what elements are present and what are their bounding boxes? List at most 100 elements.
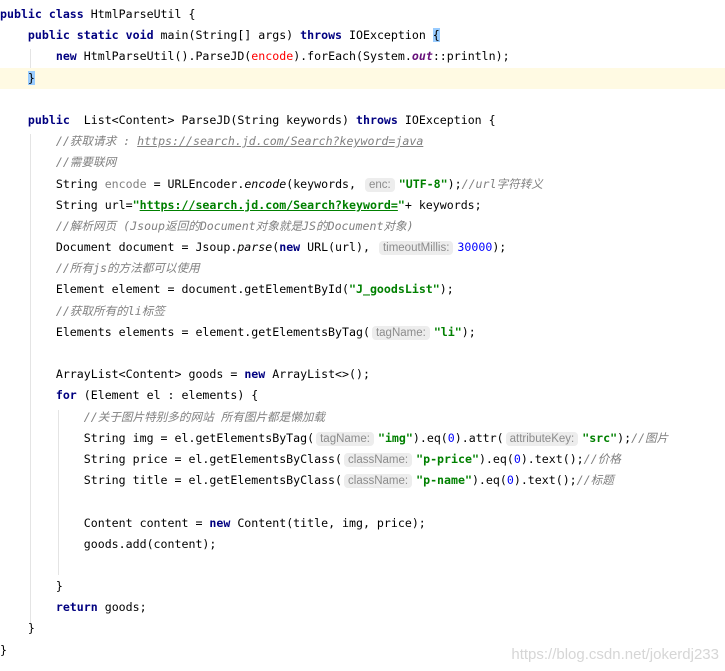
- comment: //关于图片特别多的网站 所有图片都是懒加载: [83, 409, 325, 424]
- code-line[interactable]: //所有js的方法都可以使用: [0, 258, 725, 279]
- code-line[interactable]: [0, 491, 725, 512]
- code-line[interactable]: }: [0, 618, 725, 639]
- keyword: public class: [0, 7, 91, 21]
- code-line[interactable]: //需要联网: [0, 152, 725, 173]
- code-editor[interactable]: public class HtmlParseUtil { public stat…: [0, 4, 725, 661]
- code-line[interactable]: [0, 343, 725, 364]
- code-token: = URLEncoder.: [146, 176, 245, 191]
- code-token: }: [0, 579, 63, 594]
- string-url: https://search.jd.com/Search?keyword=: [139, 197, 398, 212]
- comment-link: https://search.jd.com/Search?keyword=jav…: [137, 134, 424, 149]
- code-token: IOException: [349, 28, 433, 43]
- code-token: String title = el.getElementsByClass(: [0, 473, 343, 488]
- code-token: HtmlParseUtil {: [90, 7, 196, 21]
- comment: //解析网页 (Jsoup返回的Document对象就是JS的Document对…: [55, 218, 414, 233]
- code-token: Elements elements = element.getElementsB…: [0, 324, 370, 339]
- code-line[interactable]: String price = el.getElementsByClass(cla…: [0, 449, 725, 470]
- code-line[interactable]: public class HtmlParseUtil {: [0, 4, 725, 25]
- comment: //获取请求 :: [55, 134, 138, 149]
- code-line[interactable]: [0, 89, 725, 110]
- code-token: }: [0, 642, 7, 657]
- parameter-hint: className:: [344, 474, 413, 489]
- matched-brace: {: [432, 28, 440, 43]
- code-token: HtmlParseUtil().ParseJD(: [83, 49, 252, 64]
- code-line[interactable]: for (Element el : elements) {: [0, 385, 725, 406]
- string-literal: ": [132, 197, 140, 212]
- code-token: ).eq(: [471, 473, 507, 488]
- code-token: );: [439, 282, 454, 297]
- code-token: IOException {: [404, 112, 496, 127]
- comment: //url字符转义: [461, 176, 543, 191]
- code-line[interactable]: public static void main(String[] args) t…: [0, 25, 725, 46]
- code-line[interactable]: [0, 555, 725, 576]
- unused-variable: encode: [104, 176, 147, 191]
- code-line[interactable]: String title = el.getElementsByClass(cla…: [0, 470, 725, 491]
- code-line[interactable]: String url="https://search.jd.com/Search…: [0, 195, 725, 216]
- code-line[interactable]: return goods;: [0, 597, 725, 618]
- code-line[interactable]: //解析网页 (Jsoup返回的Document对象就是JS的Document对…: [0, 216, 725, 237]
- code-line[interactable]: String encode = URLEncoder.encode(keywor…: [0, 174, 725, 195]
- comment: //所有js的方法都可以使用: [55, 261, 200, 276]
- string-literal: "li": [433, 324, 462, 339]
- keyword: new: [279, 240, 308, 255]
- code-line[interactable]: new HtmlParseUtil().ParseJD(encode).forE…: [0, 46, 725, 67]
- code-token: Content content =: [0, 515, 210, 530]
- code-line[interactable]: //获取请求 : https://search.jd.com/Search?ke…: [0, 131, 725, 152]
- code-token: );: [617, 430, 632, 445]
- code-line[interactable]: Element element = document.getElementByI…: [0, 279, 725, 300]
- code-line[interactable]: public List<Content> ParseJD(String keyw…: [0, 110, 725, 131]
- code-token: );: [447, 176, 462, 191]
- code-token: Document document = Jsoup.: [0, 240, 238, 255]
- comment: //获取所有的li标签: [55, 303, 165, 318]
- keyword: for: [55, 388, 84, 403]
- keyword: return: [55, 600, 105, 615]
- number-literal: 0: [513, 451, 521, 466]
- code-token: URL(url),: [307, 240, 377, 255]
- keyword: public: [27, 112, 84, 127]
- code-line[interactable]: String img = el.getElementsByTag(tagName…: [0, 428, 725, 449]
- string-literal: "UTF-8": [398, 176, 448, 191]
- code-line[interactable]: //获取所有的li标签: [0, 301, 725, 322]
- parameter-hint: tagName:: [316, 431, 374, 446]
- code-token: ArrayList<>();: [272, 367, 370, 382]
- keyword: new: [209, 515, 238, 530]
- parameter-hint: className:: [344, 452, 413, 467]
- code-line[interactable]: Elements elements = element.getElementsB…: [0, 322, 725, 343]
- code-line[interactable]: //关于图片特别多的网站 所有图片都是懒加载: [0, 407, 725, 428]
- code-line[interactable]: }: [0, 576, 725, 597]
- code-line[interactable]: ArrayList<Content> goods = new ArrayList…: [0, 364, 725, 385]
- code-line[interactable]: goods.add(content);: [0, 534, 725, 555]
- string-literal: "p-price": [416, 451, 479, 466]
- string-literal: "p-name": [416, 473, 472, 488]
- code-token: ).forEach(System.: [293, 49, 412, 64]
- number-literal: 0: [447, 430, 455, 445]
- string-literal: "img": [377, 430, 413, 445]
- static-method: encode: [244, 176, 287, 191]
- number-literal: 0: [506, 473, 514, 488]
- code-token: List<Content> ParseJD(String keywords): [83, 112, 356, 127]
- code-token: ).eq(: [412, 430, 448, 445]
- code-line[interactable]: Document document = Jsoup.parse(new URL(…: [0, 237, 725, 258]
- code-token: goods.add(content);: [0, 536, 217, 551]
- parameter-hint: timeoutMillis:: [378, 241, 454, 256]
- static-field: out: [411, 49, 433, 64]
- code-line[interactable]: Content content = new Content(title, img…: [0, 513, 725, 534]
- code-line[interactable]: }: [0, 67, 725, 89]
- code-token: String: [0, 176, 105, 191]
- code-token: ).text();: [513, 473, 577, 488]
- code-token: (Element el : elements) {: [83, 388, 259, 403]
- string-literal: "src": [582, 430, 618, 445]
- code-token: String price = el.getElementsByClass(: [0, 451, 343, 466]
- code-token: Content(title, img, price);: [237, 515, 426, 530]
- code-token: + keywords;: [404, 197, 482, 212]
- code-token: ).text();: [520, 451, 584, 466]
